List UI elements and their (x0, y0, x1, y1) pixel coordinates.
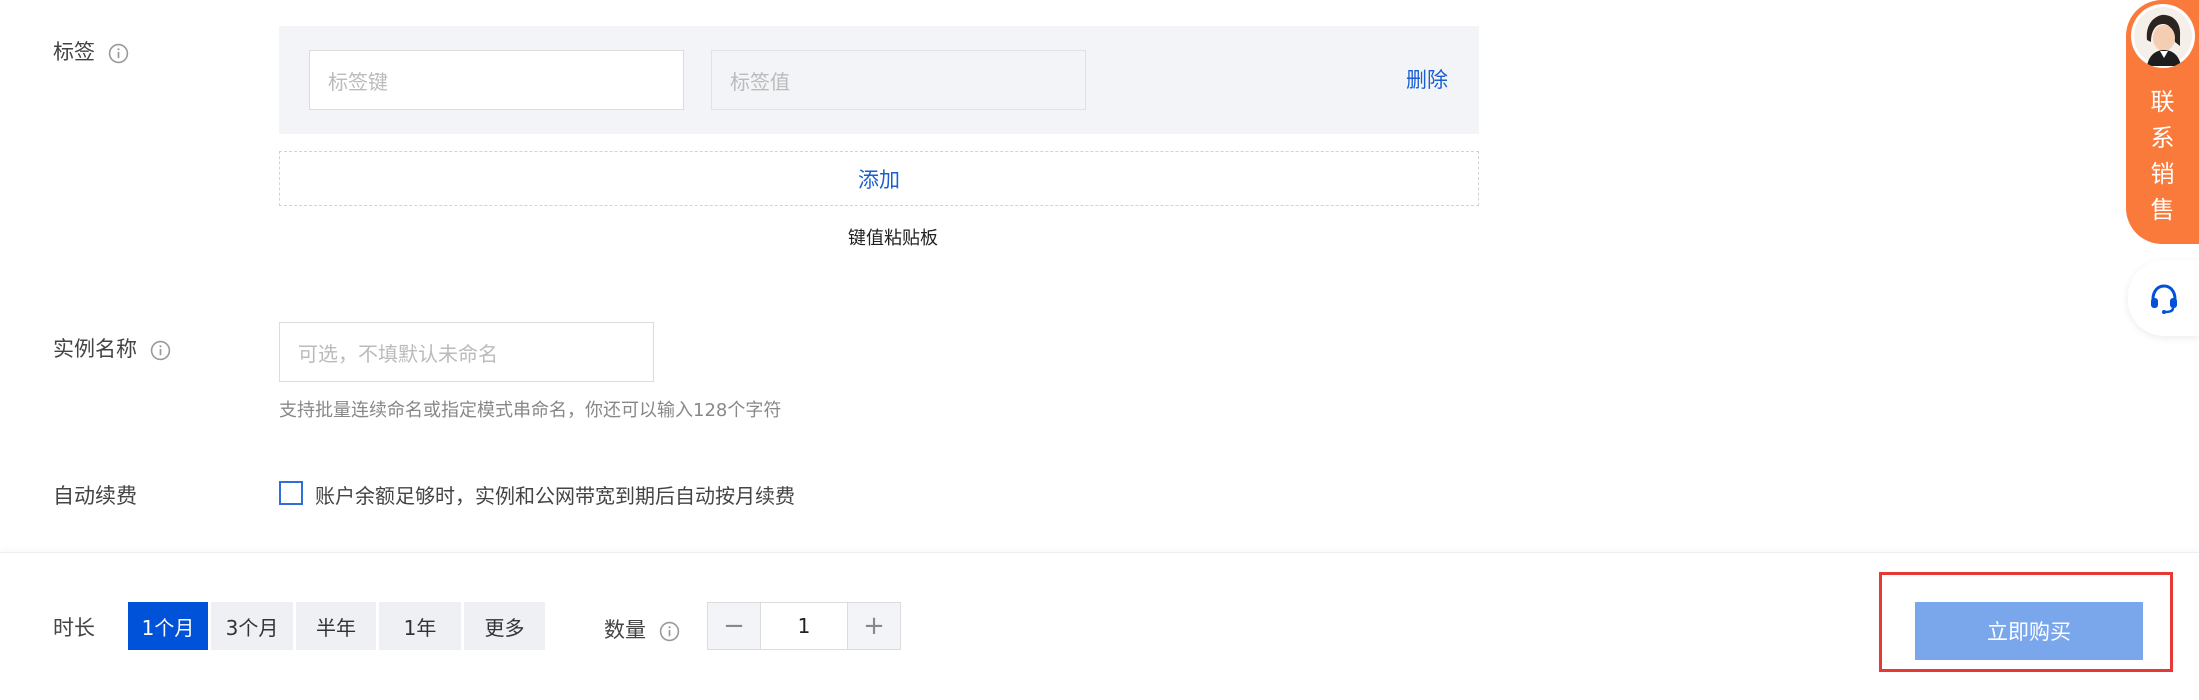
plus-icon: + (863, 611, 885, 641)
duration-option-half-year[interactable]: 半年 (296, 602, 376, 650)
tag-add-label: 添加 (858, 167, 900, 192)
tag-add-button[interactable]: 添加 (279, 151, 1479, 206)
duration-label: 时长 (53, 616, 95, 640)
instance-name-input[interactable]: 可选，不填默认未命名 (279, 322, 654, 382)
instance-name-hint: 支持批量连续命名或指定模式串命名，你还可以输入128个字符 (279, 400, 782, 421)
contact-sales-label: 联系销售 (2150, 88, 2175, 224)
quantity-label-row: 数量 (604, 614, 680, 644)
duration-option-more[interactable]: 更多 (464, 602, 545, 650)
auto-renew-label: 自动续费 (53, 484, 137, 508)
quantity-input[interactable]: 1 (760, 602, 848, 650)
info-icon[interactable] (108, 43, 129, 64)
customer-service-button[interactable] (2128, 260, 2199, 336)
duration-option-1-year[interactable]: 1年 (379, 602, 461, 650)
tag-delete-link[interactable]: 删除 (1406, 64, 1448, 94)
auto-renew-checkbox[interactable] (279, 481, 303, 505)
tag-key-input[interactable]: 标签键 (309, 50, 684, 110)
tags-label: 标签 (53, 40, 95, 64)
tags-label-row: 标签 (53, 36, 129, 66)
duration-option-3-months[interactable]: 3个月 (211, 602, 293, 650)
info-icon[interactable] (150, 340, 171, 361)
minus-icon: − (723, 611, 745, 641)
duration-option-1-month[interactable]: 1个月 (128, 602, 208, 650)
headset-icon (2150, 284, 2177, 314)
quantity-increment-button[interactable]: + (847, 602, 901, 650)
sales-avatar (2130, 4, 2195, 68)
contact-sales-widget[interactable]: 联系销售 (2126, 0, 2199, 244)
info-icon[interactable] (659, 621, 680, 642)
auto-renew-text: 账户余额足够时，实例和公网带宽到期后自动按月续费 (315, 484, 795, 508)
tag-paste-board-link[interactable]: 键值粘贴板 (848, 224, 938, 250)
quantity-decrement-button[interactable]: − (707, 602, 761, 650)
quantity-label: 数量 (604, 618, 646, 642)
buy-now-button[interactable]: 立即购买 (1915, 602, 2143, 660)
instance-name-label-row: 实例名称 (53, 333, 171, 363)
tag-value-input[interactable]: 标签值 (711, 50, 1086, 110)
instance-name-label: 实例名称 (53, 337, 137, 361)
